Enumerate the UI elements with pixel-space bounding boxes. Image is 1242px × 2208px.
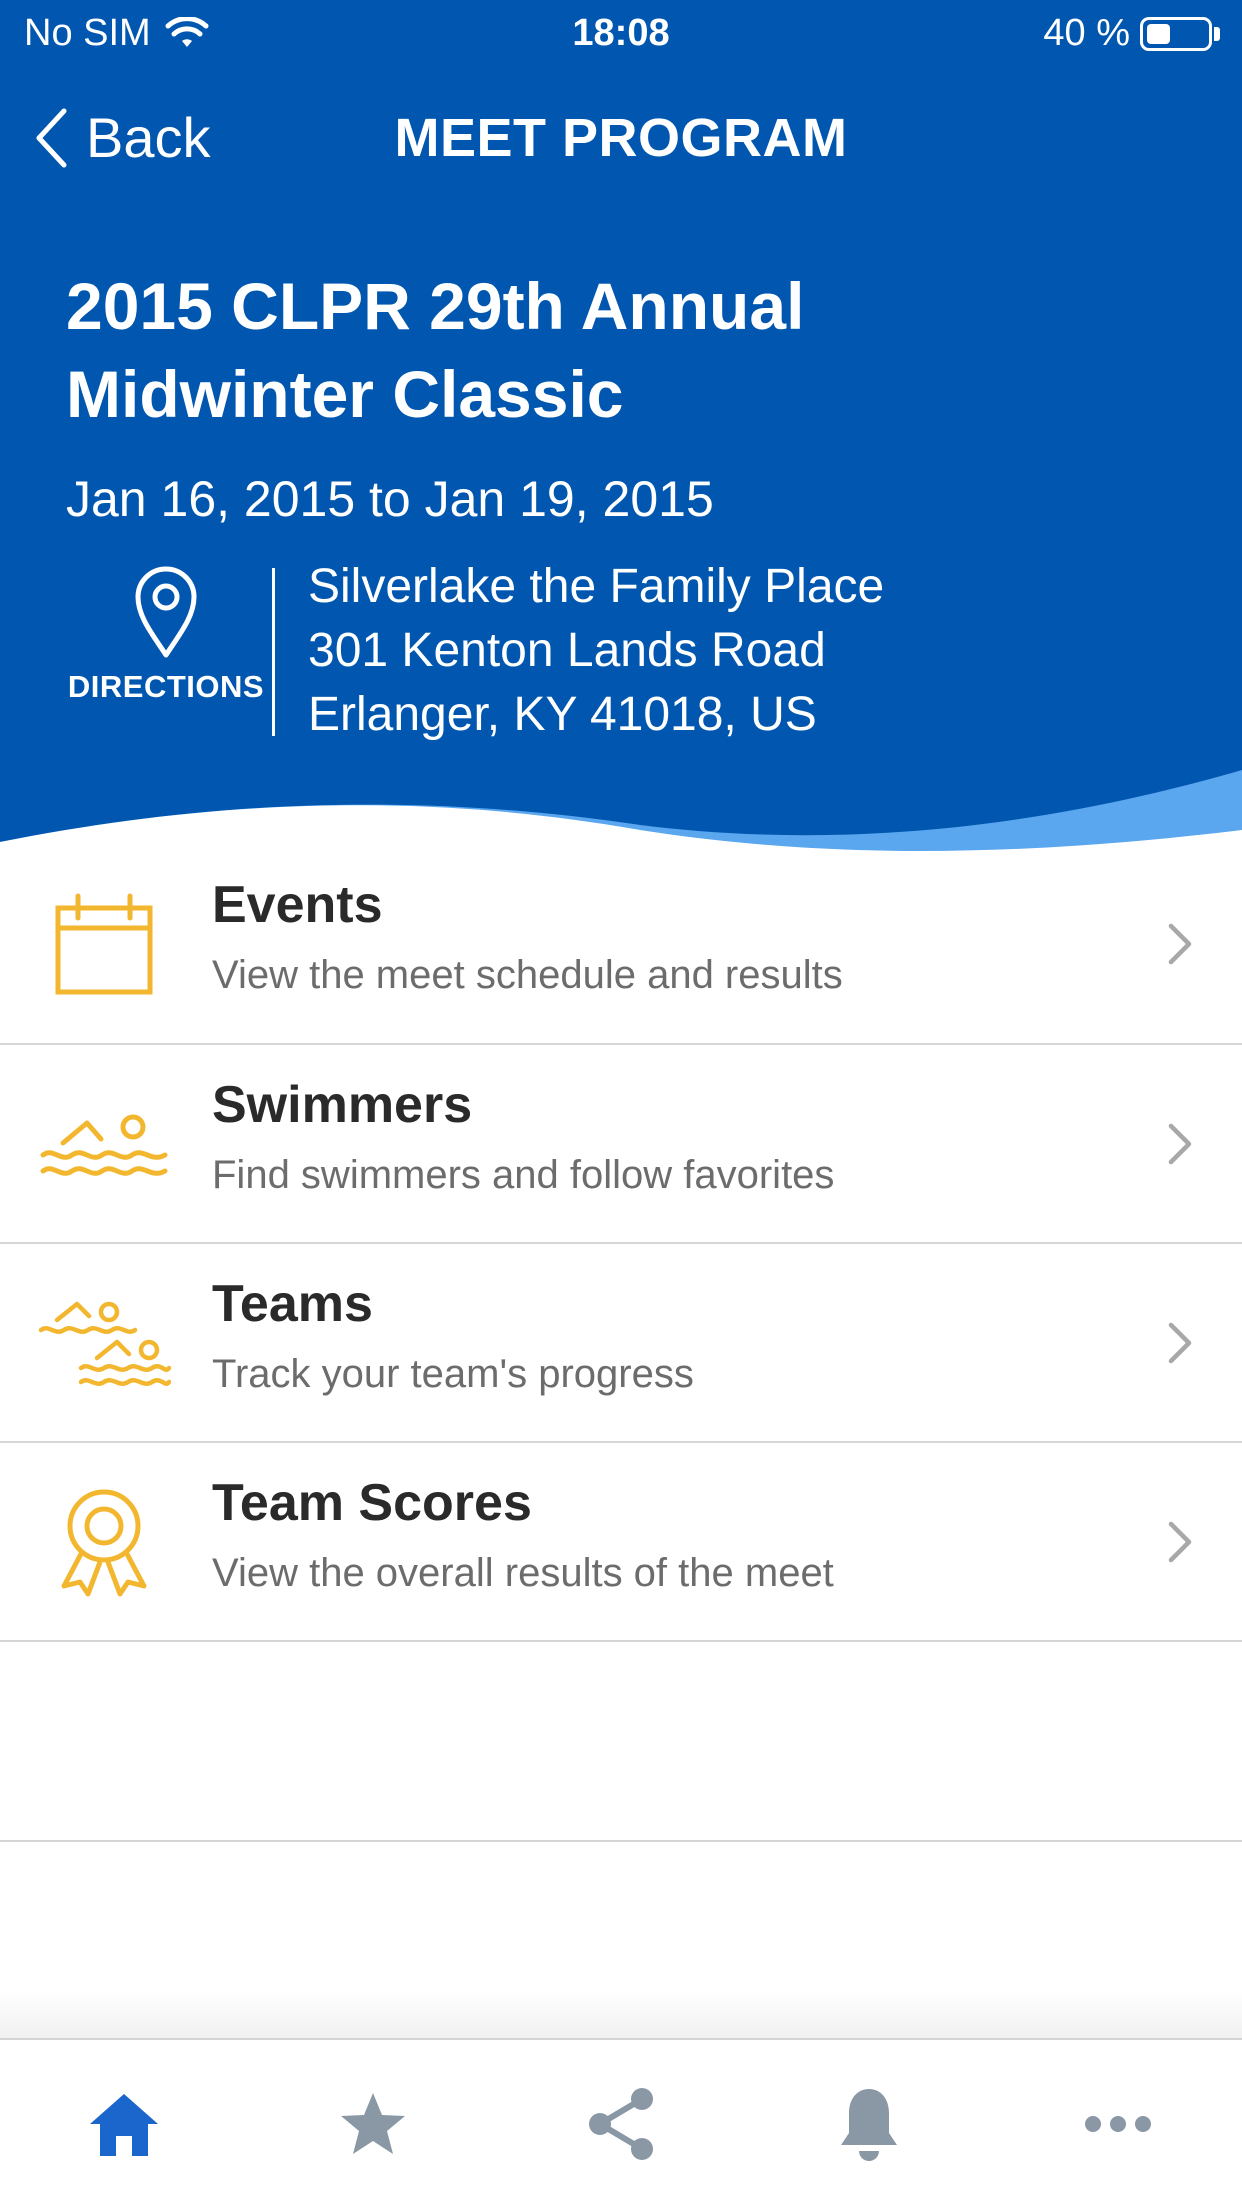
menu-subtitle: View the overall results of the meet [212,1551,834,1595]
menu-item-events[interactable]: Events View the meet schedule and result… [0,845,1242,1045]
meet-header: No SIM 18:08 40 % Back MEET PROGRAM 2015… [0,0,1242,860]
list-divider [0,1840,1242,1842]
venue-street: 301 Kenton Lands Road [308,624,826,677]
venue-city: Erlanger, KY 41018, US [308,688,817,741]
tab-bar [0,2038,1242,2208]
menu-subtitle: Find swimmers and follow favorites [212,1153,835,1197]
tab-favorites[interactable] [313,2064,433,2184]
directions-button[interactable]: DIRECTIONS [66,565,266,705]
address-divider [272,568,275,736]
menu-title: Events [212,876,383,934]
chevron-right-icon [1168,1521,1192,1562]
battery-percent: 40 % [1043,12,1130,54]
team-swimmers-icon [38,1301,171,1386]
more-icon [1084,2116,1151,2132]
menu-title: Swimmers [212,1076,473,1134]
meet-dates: Jan 16, 2015 to Jan 19, 2015 [66,471,714,527]
chevron-right-icon [1168,1123,1192,1164]
map-pin-icon [135,566,197,658]
battery-icon [1140,16,1212,51]
venue-name: Silverlake the Family Place [308,560,885,613]
chevron-right-icon [1168,1322,1192,1363]
menu-subtitle: View the meet schedule and results [212,953,843,997]
tab-share[interactable] [561,2064,681,2184]
menu-title: Team Scores [212,1474,532,1532]
meet-title: 2015 CLPR 29th Annual Midwinter Classic [66,262,1066,438]
star-icon [340,2093,405,2154]
home-icon [90,2094,159,2156]
tab-home[interactable] [64,2064,184,2184]
nav-bar: Back MEET PROGRAM [0,95,1242,185]
menu-subtitle: Track your team's progress [212,1352,694,1396]
status-bar: No SIM 18:08 40 % [0,0,1242,70]
bell-icon [841,2089,898,2161]
swimmer-icon [40,1114,168,1176]
meet-title-line2: Midwinter Classic [66,357,624,431]
menu-item-teams[interactable]: Teams Track your team's progress [0,1244,1242,1443]
share-icon [588,2088,653,2160]
menu-item-swimmers[interactable]: Swimmers Find swimmers and follow favori… [0,1045,1242,1244]
tab-more[interactable] [1058,2064,1178,2184]
award-ribbon-icon [61,1489,147,1596]
venue-address: Silverlake the Family Place 301 Kenton L… [308,555,884,747]
meet-menu: Events View the meet schedule and result… [0,845,1242,1642]
tab-notifications[interactable] [809,2064,929,2184]
calendar-icon [55,893,153,995]
tabbar-shadow [0,1990,1242,2040]
menu-title: Teams [212,1275,373,1333]
directions-label: DIRECTIONS [67,669,265,704]
menu-item-team-scores[interactable]: Team Scores View the overall results of … [0,1443,1242,1642]
meet-title-line1: 2015 CLPR 29th Annual [66,269,805,343]
chevron-right-icon [1168,923,1192,965]
page-title: MEET PROGRAM [394,108,848,168]
